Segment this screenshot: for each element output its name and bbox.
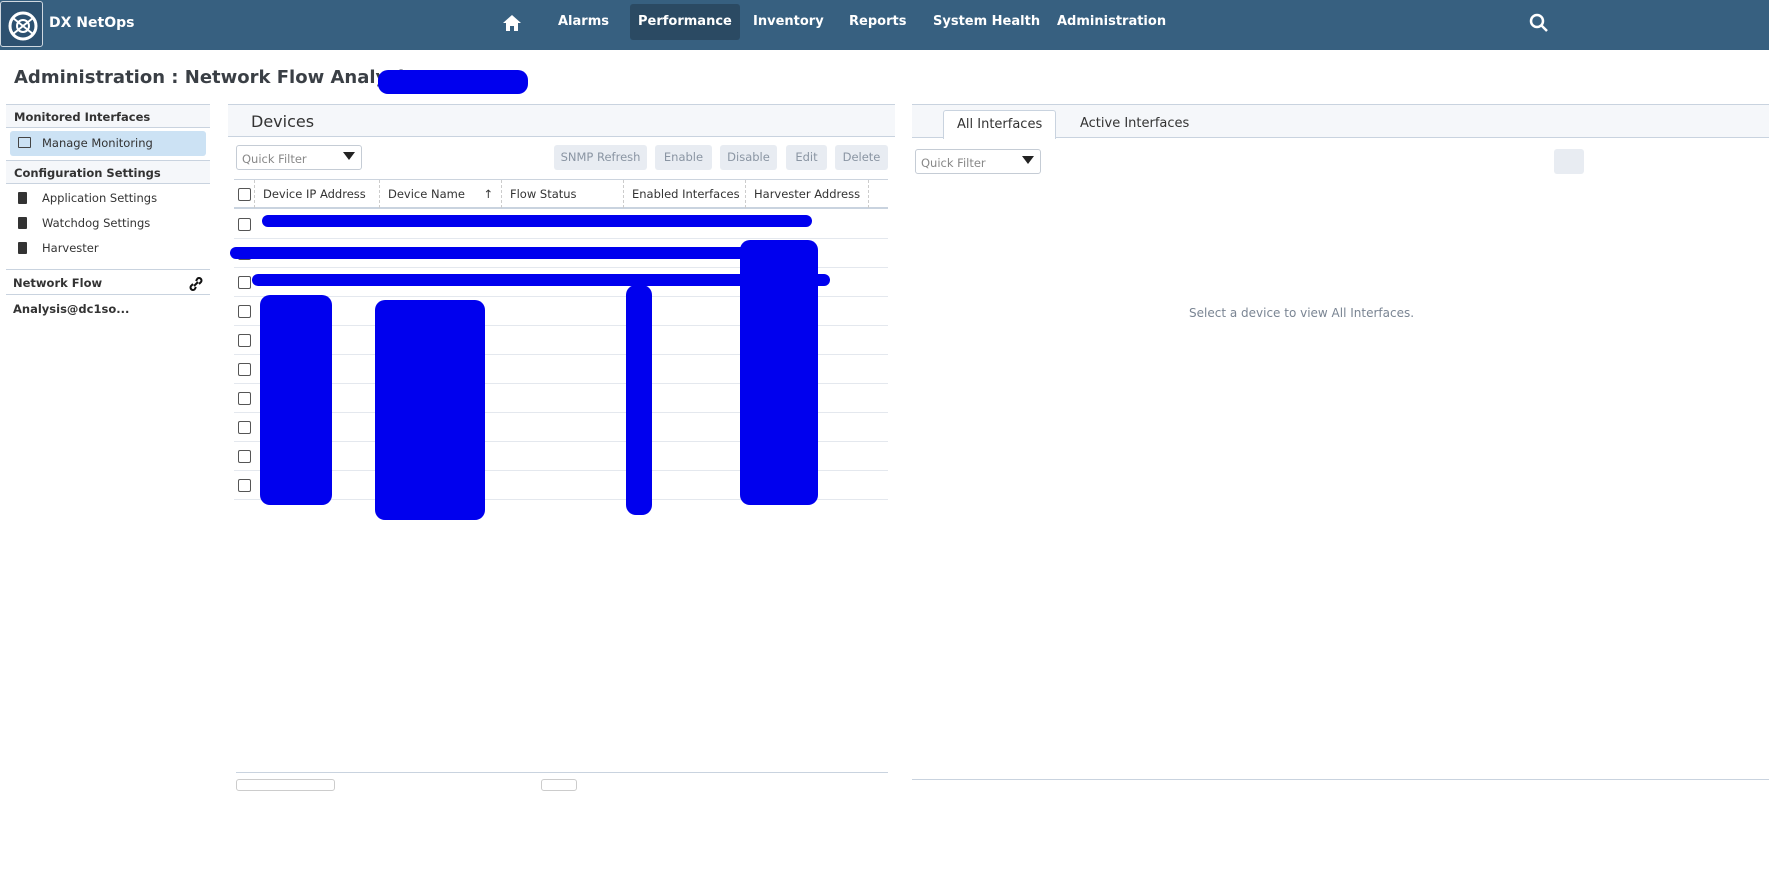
- sort-ascending-icon: ↑: [483, 187, 493, 201]
- search-icon[interactable]: [1529, 13, 1549, 37]
- row-checkbox[interactable]: [238, 334, 251, 347]
- redaction-mark: [260, 295, 332, 505]
- top-navbar: DX NetOps Alarms Performance Inventory R…: [0, 0, 1769, 50]
- snmp-refresh-button[interactable]: SNMP Refresh: [554, 145, 647, 170]
- row-checkbox[interactable]: [238, 363, 251, 376]
- nav-reports[interactable]: Reports: [841, 4, 914, 40]
- col-harvester-address[interactable]: Harvester Address: [745, 180, 868, 208]
- redaction-mark: [230, 247, 812, 259]
- interfaces-action-button[interactable]: [1554, 149, 1584, 174]
- row-checkbox[interactable]: [238, 305, 251, 318]
- document-icon: [18, 192, 27, 204]
- nav-alarms[interactable]: Alarms: [550, 4, 617, 40]
- interfaces-tabs: All Interfaces Active Interfaces: [912, 104, 1769, 139]
- enable-button[interactable]: Enable: [655, 145, 712, 170]
- redaction-mark: [262, 215, 812, 227]
- edit-button[interactable]: Edit: [786, 145, 827, 170]
- sidebar-item-label: Watchdog Settings: [42, 216, 151, 230]
- sidebar-item-label: Application Settings: [42, 191, 158, 205]
- redaction-mark: [378, 70, 528, 94]
- tab-active-interfaces[interactable]: Active Interfaces: [1067, 110, 1202, 139]
- home-icon[interactable]: [502, 13, 522, 37]
- section-configuration-settings: Configuration Settings: [6, 160, 210, 184]
- sidebar-item-nfa-link[interactable]: Network Flow Analysis@dc1so...: [6, 269, 210, 316]
- col-device-ip[interactable]: Device IP Address: [254, 180, 380, 208]
- interfaces-footer-divider: [912, 779, 1769, 780]
- sidebar: Monitored Interfaces Manage Monitoring C…: [6, 104, 210, 316]
- brand-name: DX NetOps: [49, 15, 135, 31]
- col-device-name[interactable]: Device Name ↑: [379, 180, 501, 208]
- row-checkbox[interactable]: [238, 450, 251, 463]
- filter-icon[interactable]: [343, 152, 355, 160]
- devices-panel-header: Devices: [228, 104, 895, 137]
- nav-performance[interactable]: Performance: [630, 4, 740, 40]
- select-all-checkbox[interactable]: [238, 188, 251, 201]
- document-icon: [18, 217, 27, 229]
- sidebar-item-manage-monitoring[interactable]: Manage Monitoring: [10, 131, 206, 156]
- filter-placeholder: Quick Filter: [242, 152, 307, 166]
- nav-inventory[interactable]: Inventory: [745, 4, 832, 40]
- sidebar-item-label: Harvester: [42, 241, 99, 255]
- row-checkbox[interactable]: [238, 392, 251, 405]
- row-checkbox[interactable]: [238, 421, 251, 434]
- section-monitored-interfaces: Monitored Interfaces: [6, 104, 210, 128]
- tab-all-interfaces[interactable]: All Interfaces: [943, 110, 1057, 139]
- row-checkbox[interactable]: [238, 218, 251, 231]
- document-icon: [18, 242, 27, 254]
- delete-button[interactable]: Delete: [835, 145, 888, 170]
- sidebar-item-label: Manage Monitoring: [42, 136, 153, 150]
- col-label: Device Name: [388, 187, 465, 201]
- monitor-icon: [18, 137, 31, 148]
- redaction-mark: [740, 240, 818, 505]
- page-number-input[interactable]: [541, 779, 577, 791]
- page-title: Administration : Network Flow Analysis@: [14, 67, 433, 88]
- page-size-select[interactable]: [236, 779, 335, 791]
- redaction-mark: [375, 300, 485, 520]
- devices-quick-filter[interactable]: Quick Filter: [236, 145, 362, 170]
- devices-footer-divider: [236, 772, 888, 773]
- devices-table-header: Device IP Address Device Name ↑ Flow Stat…: [234, 179, 888, 209]
- sidebar-item-application-settings[interactable]: Application Settings: [6, 186, 210, 211]
- col-spacer: [868, 180, 888, 208]
- filter-icon[interactable]: [1022, 156, 1034, 164]
- empty-message: Select a device to view All Interfaces.: [1189, 306, 1415, 320]
- row-checkbox[interactable]: [238, 276, 251, 289]
- row-checkbox[interactable]: [238, 479, 251, 492]
- sidebar-item-watchdog-settings[interactable]: Watchdog Settings: [6, 211, 210, 236]
- sidebar-item-harvester[interactable]: Harvester: [6, 236, 210, 261]
- redaction-mark: [626, 285, 652, 515]
- nav-system-health[interactable]: System Health: [925, 4, 1048, 40]
- nav-administration[interactable]: Administration: [1049, 4, 1174, 40]
- disable-button[interactable]: Disable: [720, 145, 777, 170]
- link-icon[interactable]: [188, 275, 204, 301]
- sidebar-item-label: Network Flow Analysis@dc1so...: [13, 276, 130, 316]
- interfaces-quick-filter[interactable]: Quick Filter: [915, 149, 1041, 174]
- col-enabled-interfaces[interactable]: Enabled Interfaces: [623, 180, 745, 208]
- filter-placeholder: Quick Filter: [921, 156, 986, 170]
- col-flow-status[interactable]: Flow Status: [501, 180, 623, 208]
- devices-title: Devices: [251, 112, 315, 131]
- dx-netops-logo[interactable]: [0, 1, 43, 47]
